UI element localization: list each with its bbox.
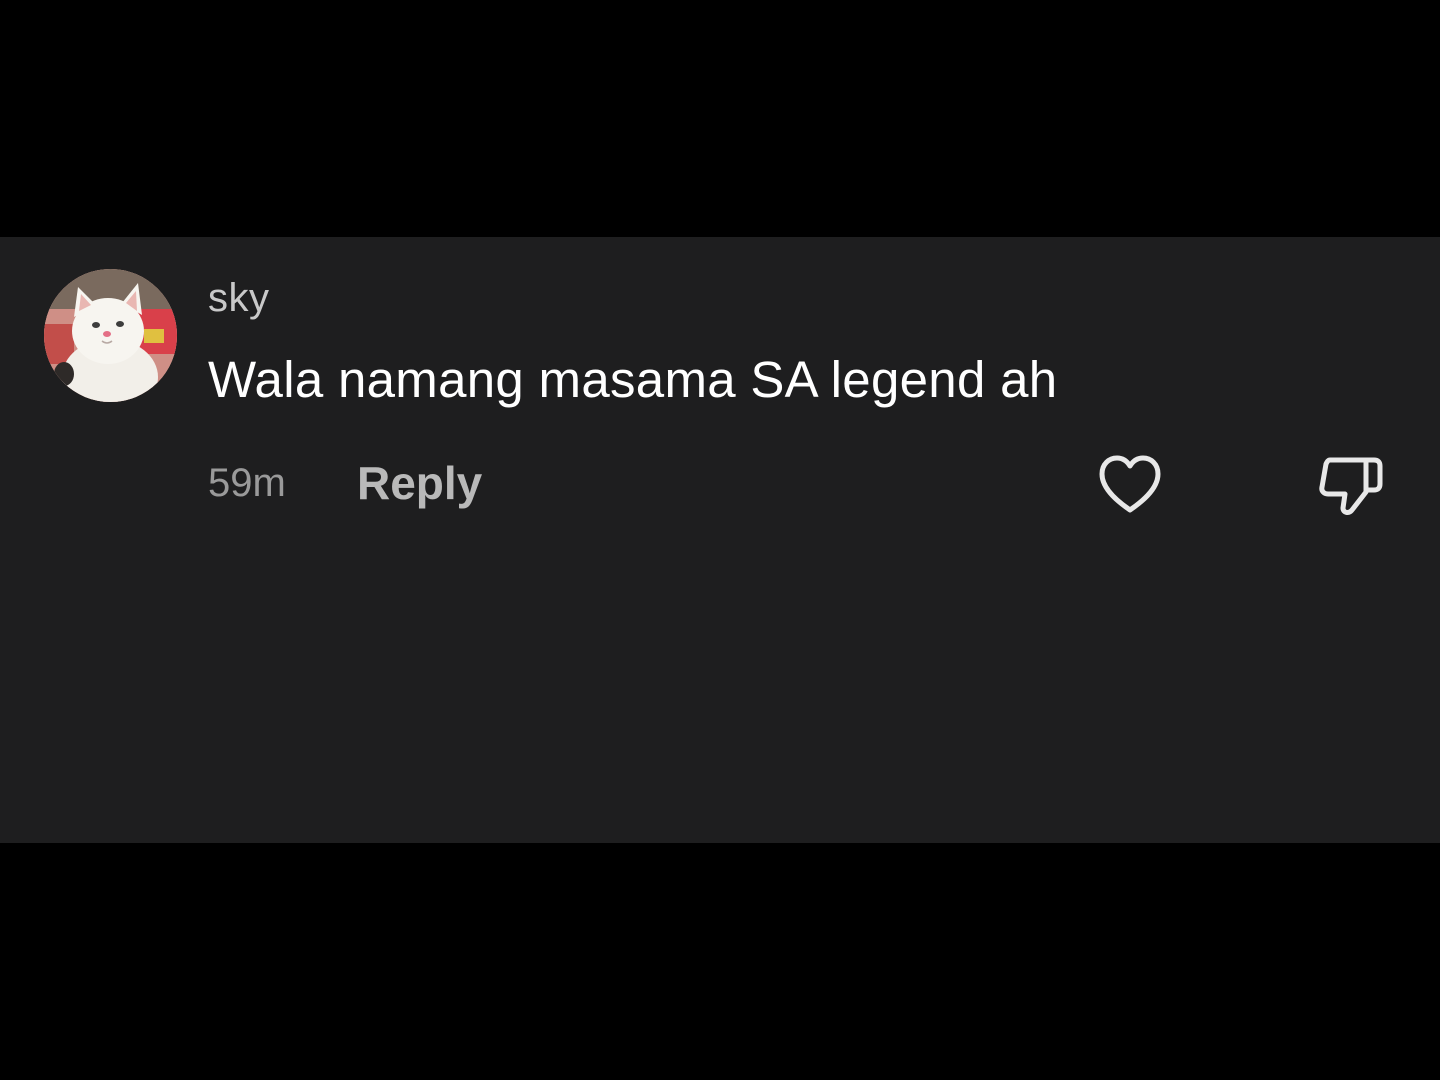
comment-timestamp: 59m: [208, 461, 286, 505]
video-frame: sky Wala namang masama SA legend ah 59m …: [0, 0, 1440, 1080]
like-button[interactable]: [1096, 452, 1164, 516]
comment-card: [0, 237, 1440, 843]
heart-icon: [1099, 455, 1161, 513]
avatar[interactable]: [44, 269, 177, 402]
reply-button[interactable]: Reply: [357, 456, 482, 510]
comment-text: Wala namang masama SA legend ah: [208, 351, 1058, 408]
cat-avatar-icon: [44, 269, 177, 402]
thumbs-down-icon: [1319, 457, 1383, 515]
comment-username[interactable]: sky: [208, 276, 270, 321]
dislike-button[interactable]: [1316, 452, 1386, 518]
